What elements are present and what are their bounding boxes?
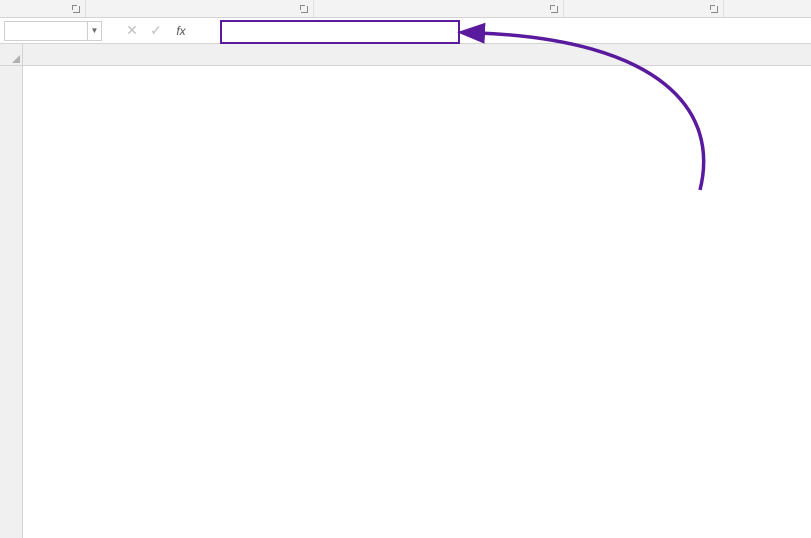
ribbon-group-clipboard[interactable] <box>0 0 86 17</box>
cancel-formula-button[interactable]: ✕ <box>120 21 144 41</box>
enter-formula-button[interactable]: ✓ <box>144 21 168 41</box>
formula-bar-row: ▼ ✕ ✓ fx <box>0 18 811 44</box>
ribbon-group-number[interactable] <box>564 0 724 17</box>
name-box-dropdown[interactable]: ▼ <box>88 21 102 41</box>
ribbon-group-row <box>0 0 811 18</box>
name-box[interactable] <box>4 21 88 41</box>
ribbon-group-alignment[interactable] <box>314 0 564 17</box>
dialog-launcher-icon[interactable] <box>71 4 81 14</box>
dialog-launcher-icon[interactable] <box>299 4 309 14</box>
formula-input[interactable] <box>194 21 811 41</box>
insert-function-button[interactable]: fx <box>168 24 194 38</box>
dialog-launcher-icon[interactable] <box>709 4 719 14</box>
spreadsheet <box>0 44 811 538</box>
column-headers <box>23 44 811 66</box>
ribbon-group-font[interactable] <box>86 0 314 17</box>
row-headers <box>0 44 23 538</box>
select-all-corner[interactable] <box>0 44 22 66</box>
dialog-launcher-icon[interactable] <box>549 4 559 14</box>
